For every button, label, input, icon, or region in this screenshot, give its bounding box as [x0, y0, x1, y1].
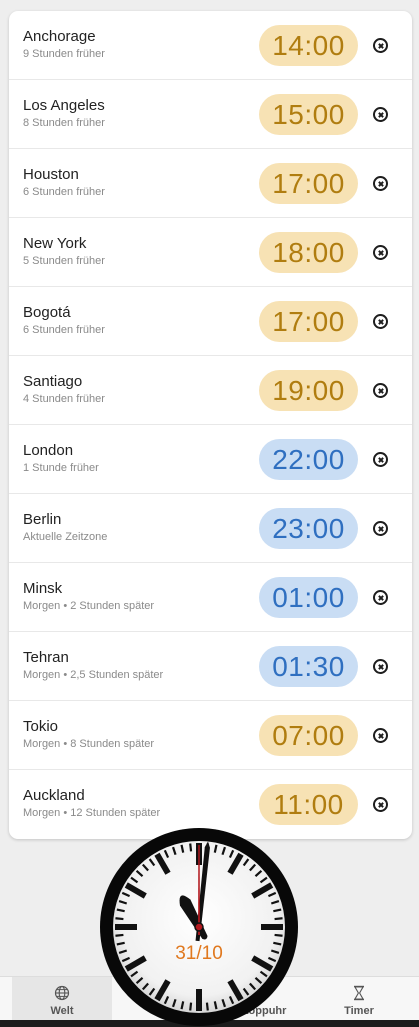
analog-clock: 31/10: [100, 828, 298, 1026]
local-time-badge: 01:30: [259, 646, 358, 687]
remove-city-button[interactable]: [373, 659, 388, 674]
local-time-badge: 17:00: [259, 163, 358, 204]
globe-icon: [54, 985, 70, 1001]
local-time-badge: 23:00: [259, 508, 358, 549]
nav-tab-world[interactable]: Welt: [12, 977, 112, 1021]
city-name: London: [23, 442, 74, 459]
local-time-badge: 14:00: [259, 25, 358, 66]
world-clock-row: Los Angeles 8 Stunden früher 15:00: [9, 80, 412, 149]
time-offset: 9 Stunden früher: [23, 48, 105, 60]
nav-tab-timer[interactable]: Timer: [309, 977, 409, 1021]
city-name: Tokio: [23, 718, 59, 735]
local-time-badge: 17:00: [259, 301, 358, 342]
remove-city-button[interactable]: [373, 521, 388, 536]
local-time-badge: 18:00: [259, 232, 358, 273]
minute-tick: [189, 843, 193, 852]
city-name: Minsk: [23, 580, 63, 597]
local-time-badge: 07:00: [259, 715, 358, 756]
world-clock-row: Minsk Morgen • 2 Stunden später 01:00: [9, 563, 412, 632]
minute-tick: [274, 933, 283, 937]
city-name: Houston: [23, 166, 79, 183]
world-clock-row: Berlin Aktuelle Zeitzone 23:00: [9, 494, 412, 563]
remove-city-button[interactable]: [373, 245, 388, 260]
remove-city-button[interactable]: [373, 452, 388, 467]
world-clock-list: Anchorage 9 Stunden früher 14:00 Los Angele…: [9, 11, 412, 839]
time-offset: 4 Stunden früher: [23, 393, 105, 405]
remove-city-button[interactable]: [373, 797, 388, 812]
remove-city-button[interactable]: [373, 314, 388, 329]
local-time-badge: 22:00: [259, 439, 358, 480]
time-offset: 1 Stunde früher: [23, 462, 99, 474]
time-offset: Morgen • 2,5 Stunden später: [23, 669, 164, 681]
time-offset: 5 Stunden früher: [23, 255, 105, 267]
nav-tab-timer-label: Timer: [344, 1005, 374, 1017]
city-name: Auckland: [23, 787, 85, 804]
city-name: Santiago: [23, 373, 83, 390]
world-clock-row: Tehran Morgen • 2,5 Stunden später 01:30: [9, 632, 412, 701]
world-clock-row: Santiago 4 Stunden früher 19:00: [9, 356, 412, 425]
world-clock-row: Anchorage 9 Stunden früher 14:00: [9, 11, 412, 80]
clock-date: 31/10: [175, 943, 223, 964]
minute-tick: [274, 917, 283, 921]
time-offset: 8 Stunden früher: [23, 117, 105, 129]
city-name: Tehran: [23, 649, 69, 666]
world-clock-row: Tokio Morgen • 8 Stunden später 07:00: [9, 701, 412, 770]
world-clock-row: New York 5 Stunden früher 18:00: [9, 218, 412, 287]
minute-tick: [205, 1002, 209, 1011]
local-time-badge: 15:00: [259, 94, 358, 135]
city-name: Anchorage: [23, 28, 96, 45]
city-name: Berlin: [23, 511, 62, 528]
time-offset: Morgen • 8 Stunden später: [23, 738, 155, 750]
time-offset: 6 Stunden früher: [23, 324, 105, 336]
time-offset: Morgen • 2 Stunden später: [23, 600, 155, 612]
local-time-badge: 19:00: [259, 370, 358, 411]
minute-tick: [189, 1002, 193, 1011]
city-name: New York: [23, 235, 87, 252]
world-clock-row: Bogotá 6 Stunden früher 17:00: [9, 287, 412, 356]
hourglass-icon: [354, 985, 364, 1001]
second-hand: [198, 845, 200, 935]
local-time-badge: 01:00: [259, 577, 358, 618]
city-name: Los Angeles: [23, 97, 105, 114]
remove-city-button[interactable]: [373, 383, 388, 398]
remove-city-button[interactable]: [373, 728, 388, 743]
time-offset: Aktuelle Zeitzone: [23, 531, 108, 543]
remove-city-button[interactable]: [373, 38, 388, 53]
time-offset: 6 Stunden früher: [23, 186, 105, 198]
local-time-badge: 11:00: [259, 784, 358, 825]
remove-city-button[interactable]: [373, 176, 388, 191]
city-name: Bogotá: [23, 304, 71, 321]
remove-city-button[interactable]: [373, 107, 388, 122]
remove-city-button[interactable]: [373, 590, 388, 605]
minute-tick: [115, 917, 124, 921]
clock-center-cap: [194, 922, 204, 932]
world-clock-row: Houston 6 Stunden früher 17:00: [9, 149, 412, 218]
time-offset: Morgen • 12 Stunden später: [23, 807, 161, 819]
nav-tab-world-label: Welt: [50, 1005, 74, 1017]
minute-tick: [115, 933, 124, 937]
world-clock-row: London 1 Stunde früher 22:00: [9, 425, 412, 494]
